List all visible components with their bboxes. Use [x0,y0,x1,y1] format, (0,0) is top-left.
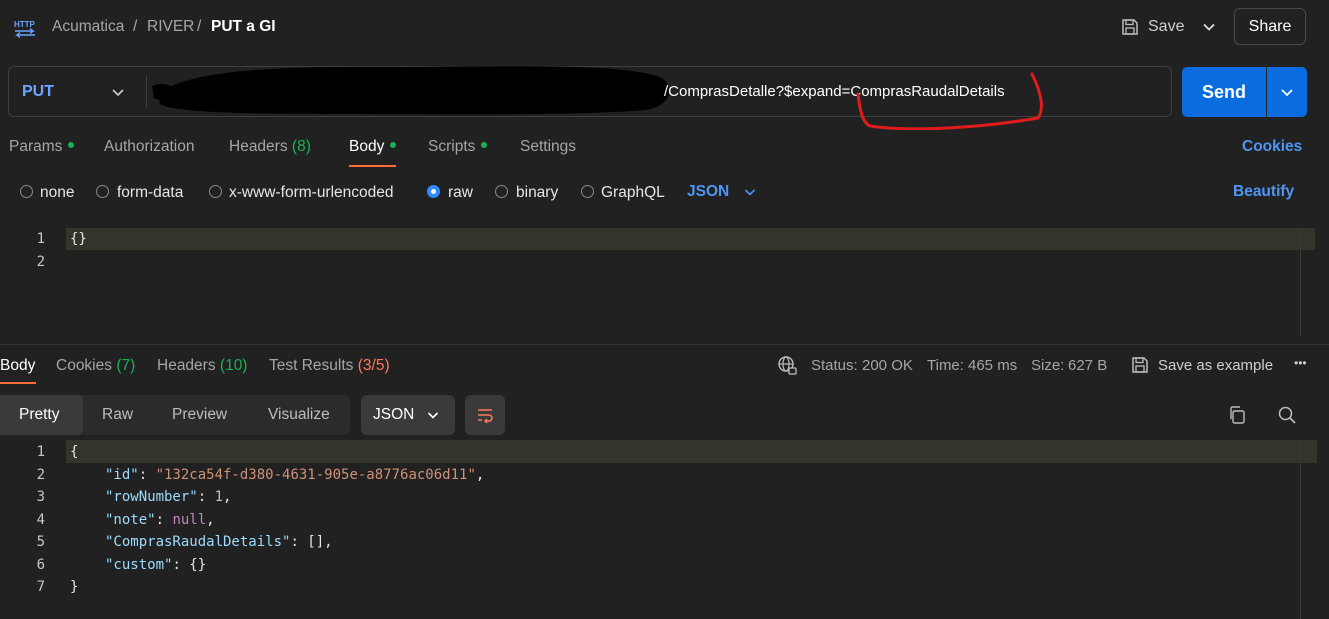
radio-label: form-data [117,184,184,201]
status-value: 200 OK [862,357,913,374]
size-label: Size: [1031,357,1065,374]
response-tab-test-results[interactable]: Test Results (3/5) [269,357,390,375]
format-visualize[interactable]: Visualize [268,406,330,424]
radio-label: GraphQL [601,184,665,201]
chevron-down-icon [1281,89,1293,97]
save-icon [1132,357,1148,373]
size-value: 627 B [1068,357,1108,374]
radio-urlencoded[interactable] [209,185,222,198]
radio-label: binary [516,184,559,201]
cookies-link[interactable]: Cookies [1242,138,1302,156]
radio-form-data[interactable] [96,185,109,198]
tab-params[interactable]: Params [9,138,75,156]
chevron-down-icon [427,412,439,419]
chevron-down-icon[interactable] [743,185,757,199]
json-line: "custom": {} [105,557,207,573]
line-number: 4 [36,512,45,528]
format-raw[interactable]: Raw [102,406,133,424]
beautify-button[interactable]: Beautify [1233,183,1294,201]
breadcrumb-collection[interactable]: RIVER [147,18,194,36]
http-icon: HTTP [14,20,36,38]
time-label: Time: [927,357,964,374]
active-line-highlight [66,440,1317,463]
time-value: 465 ms [968,357,1018,374]
tab-scripts[interactable]: Scripts [428,138,488,156]
status-dot [390,141,397,148]
line-number: 2 [36,467,45,483]
active-line-highlight [66,228,1315,250]
status-label: Status: [811,357,858,374]
search-icon[interactable] [1277,405,1297,425]
method-select[interactable]: PUT [22,83,54,101]
json-line: { [70,444,79,460]
save-as-example-button[interactable]: Save as example [1158,357,1273,374]
tab-headers[interactable]: Headers (8) [229,138,311,156]
breadcrumb-separator: / [197,18,202,35]
save-button[interactable]: Save [1120,12,1184,42]
page-title[interactable]: PUT a GI [211,18,276,36]
wrap-lines-button[interactable] [465,395,505,435]
tab-authorization[interactable]: Authorization [104,138,194,156]
divider [146,75,147,108]
status-dot [481,141,488,148]
line-number: 1 [36,444,45,460]
send-options-button[interactable] [1267,67,1307,117]
redaction-mark [152,66,670,115]
copy-icon[interactable] [1227,405,1247,425]
globe-lock-icon[interactable] [777,355,797,375]
response-tab-body[interactable]: Body [0,357,35,375]
json-line: "rowNumber": 1, [105,489,232,505]
radio-raw[interactable] [427,185,440,198]
save-icon [1122,19,1138,35]
radio-none[interactable] [20,185,33,198]
json-line: "id": "132ca54f-d380-4631-905e-a8776ac06… [105,467,485,483]
response-tab-cookies[interactable]: Cookies (7) [56,357,135,375]
json-line: } [70,579,79,595]
chevron-down-icon[interactable] [1200,18,1218,36]
line-number: 3 [36,489,45,505]
format-preview[interactable]: Preview [172,406,227,424]
line-number: 1 [36,231,45,247]
chevron-down-icon[interactable] [110,84,126,100]
active-tab-indicator [0,382,36,384]
radio-binary[interactable] [495,185,508,198]
line-number: 7 [36,579,45,595]
radio-label: none [40,184,75,201]
tab-settings[interactable]: Settings [520,138,576,156]
status-dot [68,141,75,148]
wrap-icon [478,409,493,424]
json-line: "ComprasRaudalDetails": [], [105,534,333,550]
radio-graphql[interactable] [581,185,594,198]
share-button[interactable]: Share [1234,8,1306,45]
save-label: Save [1148,18,1185,35]
svg-text:HTTP: HTTP [14,20,36,29]
line-number: 2 [36,254,45,270]
json-line: "note": null, [105,512,215,528]
pane-divider[interactable] [0,344,1329,345]
radio-label: x-www-form-urlencoded [229,184,394,201]
breadcrumb-workspace[interactable]: Acumatica [52,18,124,36]
response-language-label: JSON [373,406,415,423]
send-button[interactable]: Send [1182,67,1266,117]
radio-label: raw [448,184,473,201]
annotation-mark [856,72,1043,130]
scrollbar[interactable] [1300,228,1301,336]
active-tab-indicator [349,165,396,167]
tab-body[interactable]: Body [349,138,397,156]
scrollbar[interactable] [1300,440,1301,619]
request-body-editor[interactable]: {} [70,231,87,247]
language-select[interactable]: JSON [687,183,729,201]
format-pretty[interactable]: Pretty [19,406,59,424]
line-number: 5 [36,534,45,550]
line-number: 6 [36,557,45,573]
more-options-button[interactable]: ••• [1294,356,1307,370]
response-tab-headers[interactable]: Headers (10) [157,357,247,375]
breadcrumb-separator: / [133,18,138,35]
